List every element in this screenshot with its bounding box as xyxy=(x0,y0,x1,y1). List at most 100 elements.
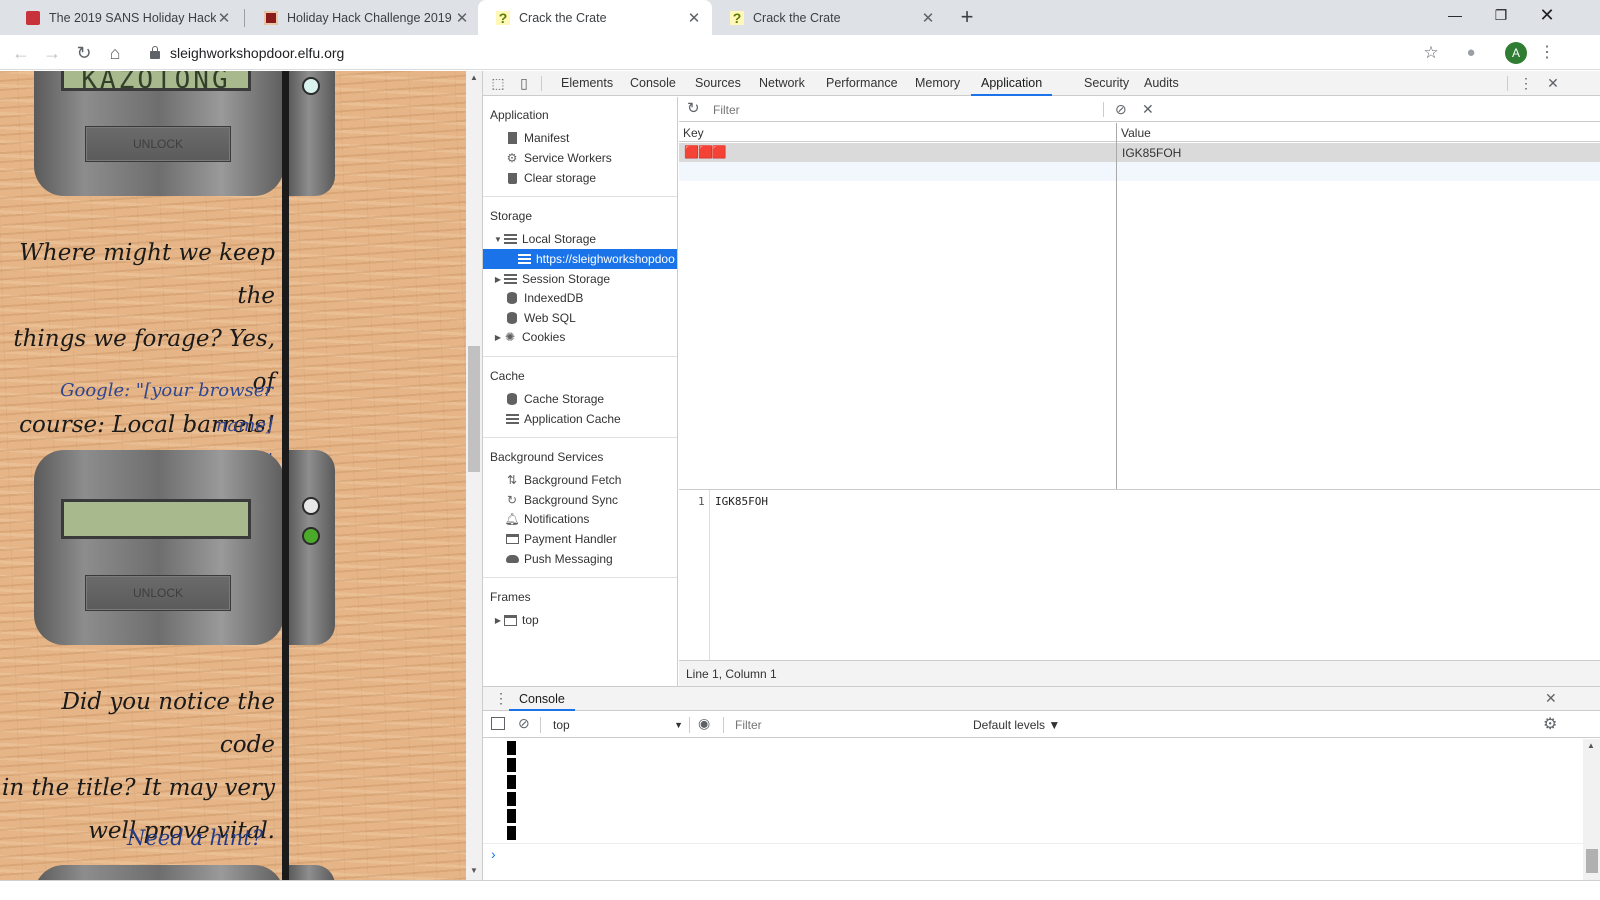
console-output[interactable]: › xyxy=(483,739,1583,881)
table-row-empty[interactable] xyxy=(679,162,1600,181)
delete-selected-icon[interactable]: ✕ xyxy=(1142,100,1154,118)
scrollbar-thumb[interactable] xyxy=(1586,849,1598,873)
tab-elements[interactable]: Elements xyxy=(551,71,623,96)
expanded-triangle-icon[interactable]: ▼ xyxy=(493,235,503,244)
sidebar-item-payment-handler[interactable]: Payment Handler xyxy=(483,529,677,549)
console-output-glyph xyxy=(507,826,516,840)
address-bar[interactable]: sleighworkshopdoor.elfu.org xyxy=(140,40,1470,66)
avatar[interactable]: A xyxy=(1505,42,1527,64)
tab-console-drawer[interactable]: Console xyxy=(509,687,575,711)
need-hint-link[interactable]: Need a hint? xyxy=(0,826,263,850)
browser-tab-3-active[interactable]: ? Crack the Crate ✕ xyxy=(478,0,712,35)
bookmark-star-icon[interactable]: ☆ xyxy=(1417,39,1445,67)
lock-display-input[interactable] xyxy=(61,499,251,539)
console-output-glyph xyxy=(507,792,516,806)
sidebar-item-push-messaging[interactable]: Push Messaging xyxy=(483,549,677,569)
sidebar-item-label: Service Workers xyxy=(524,151,612,165)
tab-security[interactable]: Security xyxy=(1074,71,1139,96)
tab-sources[interactable]: Sources xyxy=(685,71,751,96)
inspect-element-icon[interactable]: ⬚ xyxy=(490,75,506,91)
tab-performance[interactable]: Performance xyxy=(816,71,908,96)
home-button[interactable]: ⌂ xyxy=(101,39,129,67)
storage-filter-input[interactable] xyxy=(709,100,1095,119)
sidebar-item-web-sql[interactable]: Web SQL xyxy=(483,308,677,328)
divider xyxy=(483,577,677,578)
unlock-button[interactable]: UNLOCK xyxy=(85,575,231,611)
sidebar-item-frame-top[interactable]: ▶ top xyxy=(483,610,677,630)
sidebar-item-local-storage-origin[interactable]: https://sleighworkshopdoo xyxy=(483,249,677,269)
sidebar-item-background-sync[interactable]: ↻ Background Sync xyxy=(483,490,677,510)
refresh-icon[interactable]: ↻ xyxy=(687,101,700,117)
sidebar-item-label: Cookies xyxy=(522,330,566,344)
close-icon[interactable]: ✕ xyxy=(454,9,470,27)
sidebar-item-service-workers[interactable]: ⚙ Service Workers xyxy=(483,148,677,168)
close-window-button[interactable]: ✕ xyxy=(1524,0,1570,32)
sidebar-item-local-storage[interactable]: ▼ Local Storage xyxy=(483,229,677,249)
status-light xyxy=(302,497,320,515)
table-icon xyxy=(505,412,519,426)
eye-icon[interactable]: ◉ xyxy=(698,715,710,732)
close-drawer-icon[interactable]: ✕ xyxy=(1545,690,1557,707)
console-toolbar: ⊘ top ▼ ◉ Default levels ▼ ⚙ xyxy=(483,712,1600,738)
gear-icon[interactable]: ⚙ xyxy=(1543,714,1557,734)
scroll-up-icon[interactable]: ▲ xyxy=(1587,741,1595,750)
tab-console[interactable]: Console xyxy=(620,71,686,96)
tab-memory[interactable]: Memory xyxy=(905,71,970,96)
forward-button[interactable]: → xyxy=(38,39,66,67)
tab-network[interactable]: Network xyxy=(749,71,815,96)
column-header-value[interactable]: Value xyxy=(1121,126,1151,140)
browser-tab-4[interactable]: ? Crack the Crate ✕ xyxy=(712,0,946,35)
column-divider[interactable] xyxy=(1116,123,1117,489)
new-tab-button[interactable]: + xyxy=(954,5,980,31)
close-icon[interactable]: ✕ xyxy=(686,9,702,27)
sidebar-toggle-icon[interactable] xyxy=(491,717,505,730)
browser-tab-2[interactable]: Holiday Hack Challenge 2019 ✕ xyxy=(246,0,480,35)
question-icon: ? xyxy=(496,10,510,25)
preview-value-text[interactable]: IGK85FOH xyxy=(715,495,768,508)
clear-console-icon[interactable]: ⊘ xyxy=(518,715,530,732)
context-selector[interactable]: top ▼ xyxy=(547,716,683,734)
sidebar-item-cookies[interactable]: ▶ ✺ Cookies xyxy=(483,327,677,347)
holiday-hack-icon xyxy=(264,10,278,25)
sidebar-item-cache-storage[interactable]: Cache Storage xyxy=(483,389,677,409)
sidebar-item-clear-storage[interactable]: Clear storage xyxy=(483,168,677,188)
devtools-menu-icon[interactable]: ⋮ xyxy=(1518,75,1534,91)
console-filter-input[interactable] xyxy=(731,716,963,734)
more-menu-icon[interactable]: ⋮ xyxy=(1533,39,1561,67)
sidebar-item-label: Background Fetch xyxy=(524,473,622,487)
close-devtools-icon[interactable]: ✕ xyxy=(1545,75,1561,91)
table-row[interactable]: 🟥🟥🟥 IGK85FOH xyxy=(679,143,1600,162)
browser-tab-1[interactable]: The 2019 SANS Holiday Hack Ch ✕ xyxy=(8,0,242,35)
close-icon[interactable]: ✕ xyxy=(216,9,232,27)
tab-audits[interactable]: Audits xyxy=(1134,71,1189,96)
extension-icon[interactable]: ● xyxy=(1457,39,1485,67)
collapsed-triangle-icon[interactable]: ▶ xyxy=(493,616,503,625)
log-levels-dropdown[interactable]: Default levels ▼ xyxy=(973,718,1060,732)
clear-all-icon[interactable]: ⊘ xyxy=(1115,100,1127,118)
sidebar-item-indexeddb[interactable]: IndexedDB xyxy=(483,288,677,308)
close-icon[interactable]: ✕ xyxy=(920,9,936,27)
collapsed-triangle-icon[interactable]: ▶ xyxy=(493,275,503,284)
tab-application[interactable]: Application xyxy=(971,71,1053,96)
console-scrollbar[interactable]: ▲ xyxy=(1583,739,1600,881)
value-preview-pane: 1 IGK85FOH xyxy=(679,489,1600,660)
restore-button[interactable]: ❐ xyxy=(1478,0,1524,32)
sidebar-item-session-storage[interactable]: ▶ Session Storage xyxy=(483,269,677,289)
unlock-button[interactable]: UNLOCK xyxy=(85,126,231,162)
back-button[interactable]: ← xyxy=(7,39,35,67)
scrollbar-thumb[interactable] xyxy=(468,346,480,472)
sidebar-item-notifications[interactable]: 🔔︎ Notifications xyxy=(483,509,677,529)
device-toolbar-icon[interactable]: ▯ xyxy=(516,75,532,91)
sidebar-item-manifest[interactable]: Manifest xyxy=(483,128,677,148)
scroll-down-icon[interactable]: ▼ xyxy=(466,864,482,878)
minimize-button[interactable]: — xyxy=(1432,0,1478,32)
console-prompt[interactable]: › xyxy=(491,846,496,862)
reload-button[interactable]: ↻ xyxy=(70,39,98,67)
sidebar-item-application-cache[interactable]: Application Cache xyxy=(483,409,677,429)
drawer-menu-icon[interactable]: ⋮ xyxy=(494,690,508,707)
column-header-key[interactable]: Key xyxy=(683,126,704,140)
page-scrollbar[interactable]: ▲ ▼ xyxy=(466,71,482,880)
collapsed-triangle-icon[interactable]: ▶ xyxy=(493,333,503,342)
sidebar-item-background-fetch[interactable]: ⇅ Background Fetch xyxy=(483,470,677,490)
scroll-up-icon[interactable]: ▲ xyxy=(466,71,482,85)
